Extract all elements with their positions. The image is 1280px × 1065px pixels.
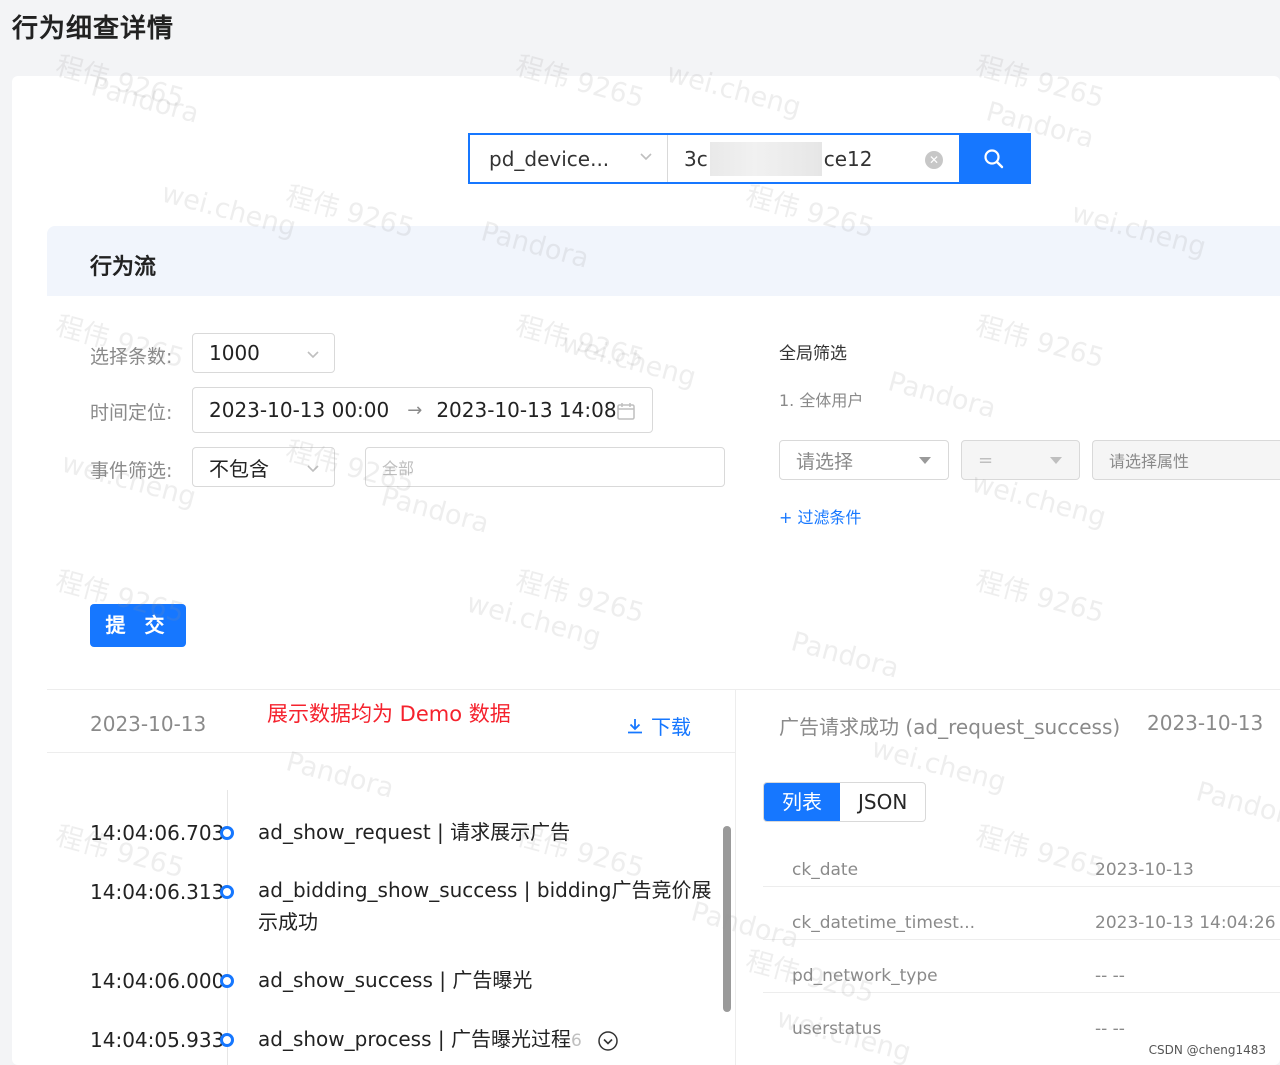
footer-credit: CSDN @cheng1483 <box>1148 1043 1266 1057</box>
caret-down-icon <box>1050 457 1062 464</box>
event-text[interactable]: ad_show_request | 请求展示广告 <box>258 816 718 848</box>
row-divider <box>763 886 1280 887</box>
timeline-scrollbar[interactable] <box>723 826 731 1012</box>
row-key: ck_datetime_timest... <box>792 913 976 933</box>
count-value: 1000 <box>209 341 260 365</box>
view-tabs: 列表 JSON <box>763 782 927 822</box>
event-time: 14:04:05.933 <box>90 1028 225 1052</box>
event-text[interactable]: ad_show_success | 广告曝光 <box>258 964 718 996</box>
field-select[interactable]: pd_device... <box>470 135 668 182</box>
add-filter-condition-link[interactable]: + 过滤条件 <box>779 504 862 528</box>
column-divider <box>735 690 736 1065</box>
search-icon <box>984 148 1004 168</box>
time-start: 2023-10-13 00:00 <box>209 398 390 422</box>
event-time: 14:04:06.000 <box>90 969 225 993</box>
download-button[interactable]: 下载 <box>625 711 691 740</box>
section-divider <box>47 689 1280 690</box>
operator-value: = <box>978 449 994 471</box>
event-mode-value: 不包含 <box>209 456 269 481</box>
detail-date: 2023-10-13 <box>1147 711 1264 735</box>
attribute-select[interactable]: 请选择属性 <box>1092 440 1280 480</box>
timeline-dot <box>220 826 234 840</box>
event-placeholder: 全部 <box>382 459 415 478</box>
event-text[interactable]: ad_show_process | 广告曝光过程 <box>258 1023 571 1055</box>
timeline-dot <box>220 885 234 899</box>
timeline-header-divider <box>47 752 735 753</box>
row-key: pd_network_type <box>792 966 938 986</box>
submit-button[interactable]: 提 交 <box>90 604 186 647</box>
search-value-prefix: 3c <box>684 146 708 171</box>
detail-event-title: 广告请求成功 (ad_request_success) <box>779 715 1121 739</box>
timeline-date: 2023-10-13 <box>90 712 207 736</box>
page-title: 行为细查详情 <box>12 14 175 44</box>
event-time: 14:04:06.313 <box>90 880 225 904</box>
arrow-right-icon: → <box>407 399 423 421</box>
row-key: userstatus <box>792 1019 882 1039</box>
row-divider <box>763 992 1280 993</box>
row-value: 2023-10-13 14:04:26 <box>1095 913 1276 933</box>
count-label: 选择条数: <box>90 346 173 368</box>
calendar-icon <box>617 403 635 420</box>
row-value: -- -- <box>1095 966 1125 986</box>
timeline-dot <box>220 1033 234 1047</box>
global-field-select[interactable]: 请选择 <box>779 440 949 480</box>
row-divider <box>763 939 1280 940</box>
chevron-down-icon <box>307 351 319 359</box>
attribute-placeholder: 请选择属性 <box>1109 452 1190 471</box>
row-value: -- -- <box>1095 1019 1125 1039</box>
clear-icon[interactable]: ✕ <box>925 151 943 169</box>
count-select[interactable]: 1000 <box>192 333 335 373</box>
event-select[interactable]: 全部 <box>365 447 725 487</box>
timeline-dot <box>220 974 234 988</box>
search-bar: pd_device... 3c ce12 ✕ <box>468 133 1031 184</box>
global-filter-group: 1. 全体用户 <box>779 391 864 410</box>
event-time: 14:04:06.703 <box>90 821 225 845</box>
field-select-value: pd_device... <box>489 146 610 171</box>
event-mode-select[interactable]: 不包含 <box>192 447 335 487</box>
row-value: 2023-10-13 <box>1095 860 1194 880</box>
search-input[interactable]: 3c ce12 ✕ <box>668 135 959 182</box>
caret-down-icon <box>919 457 931 464</box>
chevron-down-icon <box>640 153 652 161</box>
global-filter-title: 全局筛选 <box>779 344 847 364</box>
expand-circle-icon[interactable] <box>597 1030 619 1052</box>
operator-select[interactable]: = <box>961 440 1080 480</box>
event-filter-label: 事件筛选: <box>90 460 173 482</box>
download-icon <box>628 718 642 733</box>
tab-json[interactable]: JSON <box>840 783 925 821</box>
redacted-mask <box>709 141 822 176</box>
global-field-placeholder: 请选择 <box>796 450 854 473</box>
search-value-suffix: ce12 <box>823 146 873 171</box>
event-text[interactable]: ad_bidding_show_success | bidding广告竞价展示成… <box>258 874 718 938</box>
panel-header <box>47 226 1280 296</box>
demo-note: 展示数据均为 Demo 数据 <box>267 702 511 726</box>
download-label: 下载 <box>651 715 691 739</box>
panel-title: 行为流 <box>90 255 157 280</box>
chevron-down-icon <box>307 465 319 473</box>
time-label: 时间定位: <box>90 402 173 424</box>
event-count: 6 <box>571 1031 582 1051</box>
tab-list[interactable]: 列表 <box>764 783 840 821</box>
search-button[interactable] <box>959 135 1029 182</box>
time-end: 2023-10-13 14:08 <box>436 398 617 422</box>
row-key: ck_date <box>792 860 859 880</box>
time-range-picker[interactable]: 2023-10-13 00:00 → 2023-10-13 14:08 <box>192 387 653 433</box>
